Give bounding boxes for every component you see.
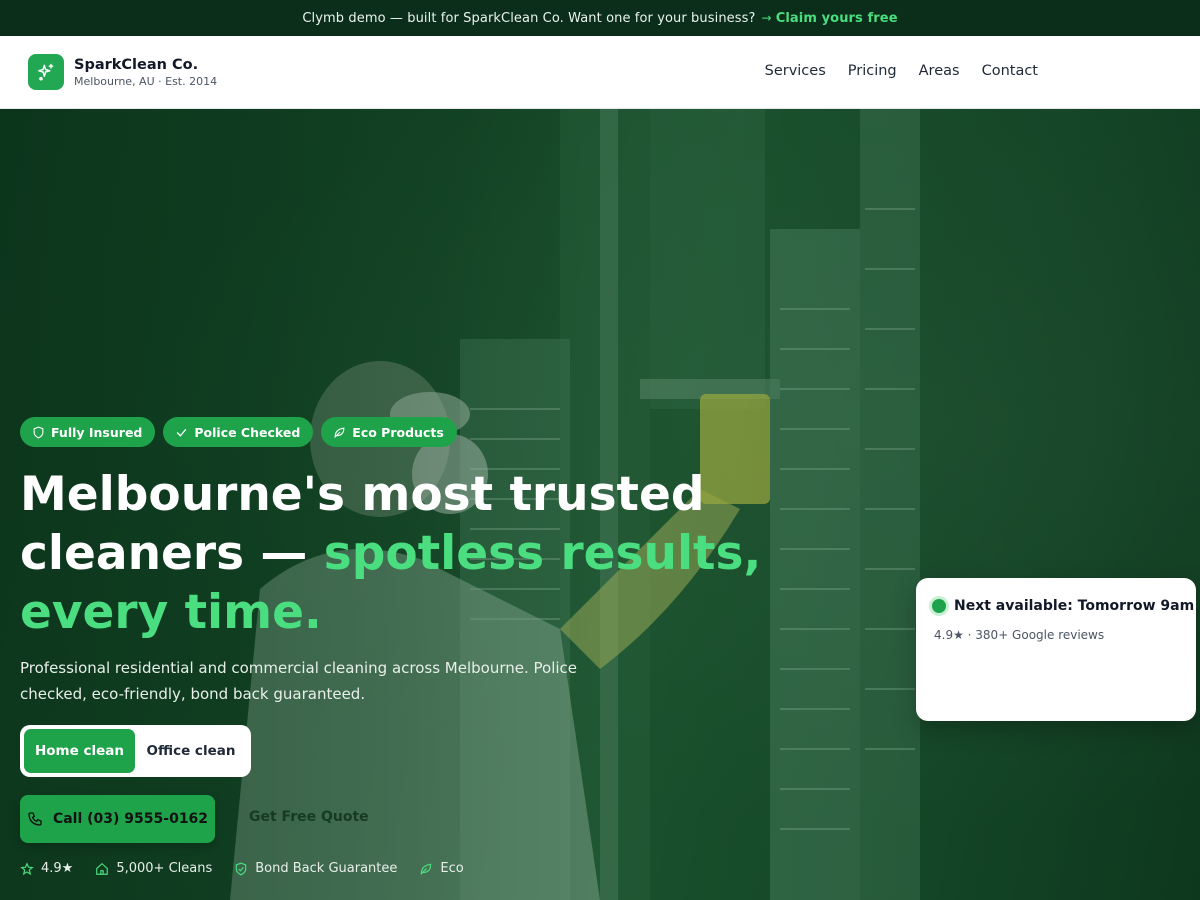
status-dot-icon <box>932 599 946 613</box>
service-type-toggle: Home clean Office clean <box>20 725 251 777</box>
shield-icon <box>236 862 247 875</box>
availability-title: Next available: Tomorrow 9am <box>954 598 1195 614</box>
stat-label: Eco <box>440 861 464 876</box>
stat-cleans: 5,000+ Cleans <box>95 861 212 876</box>
brand-name: SparkClean Co. <box>74 57 199 73</box>
hero-section: Fully Insured Police Checked Eco Product… <box>0 109 1200 900</box>
stat-label: 4.9★ <box>41 861 74 876</box>
announcement-bar: Clymb demo — built for SparkClean Co. Wa… <box>0 0 1200 36</box>
stat-eco: Eco <box>419 861 464 876</box>
logo[interactable] <box>28 54 64 90</box>
star-icon <box>20 861 34 875</box>
site-header: SparkClean Co. Melbourne, AU · Est. 2014… <box>0 36 1200 109</box>
call-button[interactable]: Call (03) 9555-0162 <box>20 795 215 843</box>
sparkles-icon <box>38 63 54 81</box>
trust-badges: Fully Insured Police Checked Eco Product… <box>20 417 457 447</box>
stat-label: Bond Back Guarantee <box>255 861 398 876</box>
arrow-right-icon: → <box>761 11 772 25</box>
leaf-icon <box>421 863 432 875</box>
hero-subtext: Professional residential and commercial … <box>20 659 578 703</box>
badge-label: Police Checked <box>194 424 301 440</box>
main-nav: Services Pricing Areas Contact <box>765 63 1038 79</box>
phone-icon <box>28 812 42 826</box>
stat-label: 5,000+ Cleans <box>116 861 213 876</box>
brand: SparkClean Co. Melbourne, AU · Est. 2014 <box>74 57 217 88</box>
hero-stats: 4.9★ 5,000+ Cleans Bond Back Guarantee E… <box>20 861 464 876</box>
leaf-icon <box>334 427 345 438</box>
toggle-office-clean[interactable]: Office clean <box>135 729 247 773</box>
nav-item-contact[interactable]: Contact <box>982 63 1038 79</box>
check-icon <box>177 428 187 437</box>
nav-item-pricing[interactable]: Pricing <box>848 63 897 79</box>
badge-eco-products: Eco Products <box>321 417 457 447</box>
badge-fully-insured: Fully Insured <box>20 417 156 447</box>
availability-card: Next available: Tomorrow 9am 4.9★ · 380+… <box>916 578 1196 721</box>
availability-header: Next available: Tomorrow 9am <box>932 598 1194 614</box>
hero-headline: Melbourne's most trusted cleaners — spot… <box>20 465 880 642</box>
claim-link[interactable]: Claim yours free <box>776 11 898 26</box>
announcement-text: Clymb demo — built for SparkClean Co. Wa… <box>302 10 756 26</box>
badge-label: Fully Insured <box>51 424 143 440</box>
nav-item-areas[interactable]: Areas <box>919 63 960 79</box>
call-button-label: Call (03) 9555-0162 <box>52 811 209 827</box>
toggle-home-clean[interactable]: Home clean <box>24 729 135 773</box>
availability-subtitle: 4.9★ · 380+ Google reviews <box>934 628 1105 642</box>
headline-part2: cleaners — <box>20 526 324 581</box>
home-icon <box>96 862 109 875</box>
badge-label: Eco Products <box>352 424 444 440</box>
get-quote-button[interactable]: Get Free Quote <box>249 809 369 825</box>
badge-police-checked: Police Checked <box>163 417 314 447</box>
brand-tagline: Melbourne, AU · Est. 2014 <box>74 75 218 88</box>
stat-rating: 4.9★ <box>20 861 73 876</box>
stat-bond-back: Bond Back Guarantee <box>234 861 397 876</box>
headline-part1: Melbourne's most trusted <box>20 467 705 522</box>
shield-icon <box>33 426 44 439</box>
nav-item-services[interactable]: Services <box>765 63 826 79</box>
